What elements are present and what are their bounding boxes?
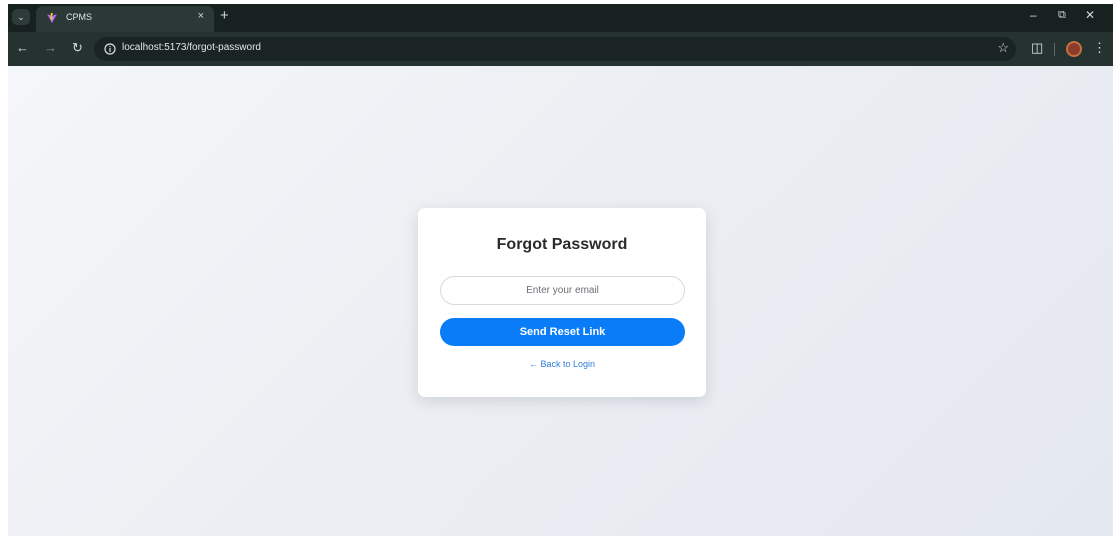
bookmark-star-icon[interactable]: ☆ xyxy=(997,40,1009,56)
url-text: localhost:5173/forgot-password xyxy=(122,42,261,53)
extensions-puzzle-icon[interactable]: ◫ xyxy=(1031,40,1043,56)
restore-icon[interactable]: ⧉ xyxy=(1058,9,1066,22)
window-close-icon[interactable]: ✕ xyxy=(1085,8,1095,22)
send-reset-link-button[interactable]: Send Reset Link xyxy=(440,318,685,346)
page-viewport: Forgot Password Send Reset Link ← Back t… xyxy=(8,66,1113,536)
back-arrow-left-icon[interactable]: ← xyxy=(16,40,29,55)
avatar[interactable] xyxy=(1066,41,1082,57)
new-tab-plus-icon[interactable]: + xyxy=(220,7,229,24)
tab-title: CPMS xyxy=(66,12,93,22)
email-field[interactable] xyxy=(440,276,685,305)
address-bar[interactable]: localhost:5173/forgot-password ☆ xyxy=(94,37,1016,61)
browser-window: ⌄ CPMS × + – ⧉ ✕ ← → ↻ localhost:5173/fo… xyxy=(8,4,1113,536)
minimize-icon[interactable]: – xyxy=(1030,8,1037,22)
tab-search-chevron-down-icon[interactable]: ⌄ xyxy=(12,9,30,25)
kebab-icon[interactable]: ⋮ xyxy=(1093,40,1106,56)
browser-toolbar: ← → ↻ localhost:5173/forgot-password ☆ ◫… xyxy=(8,32,1113,66)
toolbar-divider xyxy=(1054,43,1055,56)
page-title: Forgot Password xyxy=(496,236,628,253)
forward-arrow-right-icon[interactable]: → xyxy=(44,40,57,55)
forgot-password-card: Forgot Password Send Reset Link ← Back t… xyxy=(418,208,706,397)
tab-cpms[interactable]: CPMS × xyxy=(36,6,214,32)
reload-icon[interactable]: ↻ xyxy=(72,40,83,56)
info-icon[interactable] xyxy=(104,43,116,55)
back-to-login-link[interactable]: ← Back to Login xyxy=(418,359,706,369)
close-icon[interactable]: × xyxy=(198,10,204,22)
tab-strip: ⌄ CPMS × + – ⧉ ✕ xyxy=(8,4,1113,32)
vite-logo-icon xyxy=(47,13,57,23)
